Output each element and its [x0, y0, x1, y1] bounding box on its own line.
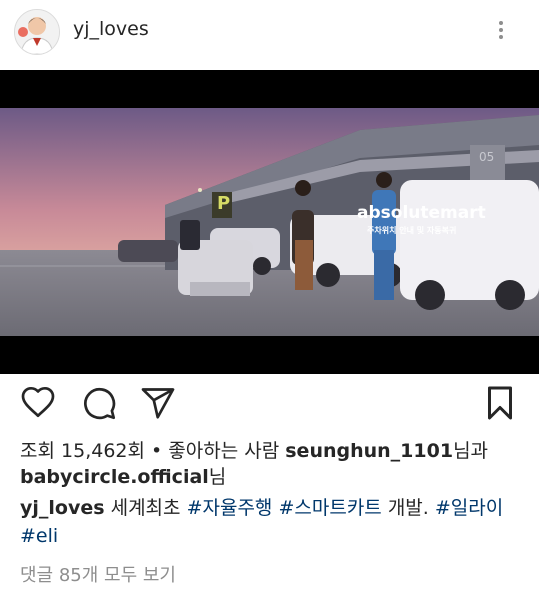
brand-subtitle: 주차위치 안내 및 자동복귀: [367, 226, 457, 235]
stats-separator: •: [144, 440, 169, 462]
bookmark-icon[interactable]: [484, 385, 516, 425]
liker-suffix: 님: [208, 466, 227, 488]
post-stats: 조회 15,462회 • 좋아하는 사람 seunghun_1101님과 bab…: [20, 438, 520, 490]
avatar[interactable]: [14, 9, 60, 55]
hashtag[interactable]: #eli: [20, 525, 58, 547]
building-number: 05: [479, 150, 495, 164]
post-header: yj_loves: [0, 0, 539, 68]
caption-username[interactable]: yj_loves: [20, 497, 105, 519]
post-video[interactable]: absolutemart 주차위치 안내 및 자동복귀 P 05: [0, 70, 539, 374]
view-all-comments-link[interactable]: 댓글 85개 모두 보기: [20, 561, 176, 587]
post-actions: [0, 385, 539, 429]
liker-1[interactable]: seunghun_1101: [285, 440, 453, 462]
more-options-icon[interactable]: [493, 18, 509, 46]
views-count[interactable]: 15,462회: [61, 440, 145, 462]
hashtag[interactable]: #일라이: [435, 497, 503, 519]
post-caption: yj_loves 세계최초 #자율주행 #스마트카트 개발. #일라이 #eli: [20, 494, 525, 550]
caption-text: 개발.: [387, 497, 429, 519]
parking-sign: P: [217, 193, 231, 214]
comment-icon[interactable]: [81, 385, 117, 425]
caption-text: 세계최초: [110, 497, 181, 519]
liker-connector: 님과: [453, 440, 489, 462]
liker-2[interactable]: babycircle.official: [20, 466, 209, 488]
share-icon[interactable]: [140, 385, 176, 425]
heart-icon[interactable]: [20, 385, 56, 425]
video-brand-overlay: absolutemart 주차위치 안내 및 자동복귀: [357, 203, 517, 236]
post-username[interactable]: yj_loves: [73, 18, 149, 40]
hashtag[interactable]: #자율주행: [187, 497, 273, 519]
views-label: 조회: [20, 440, 55, 462]
hashtag[interactable]: #스마트카트: [278, 497, 381, 519]
liked-by-prefix: 좋아하는 사람: [168, 440, 280, 462]
brand-text: absolutemart: [357, 203, 486, 223]
